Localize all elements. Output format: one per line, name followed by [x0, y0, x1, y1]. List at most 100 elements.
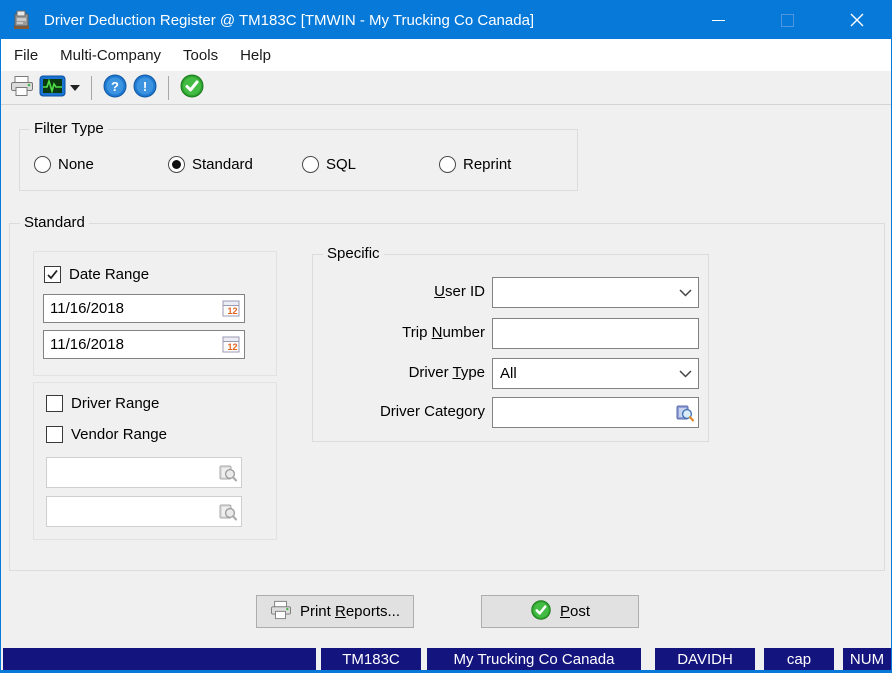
close-button[interactable]	[822, 1, 891, 39]
post-button-label: Post	[559, 603, 591, 620]
caption-buttons	[684, 1, 891, 39]
minimize-button[interactable]	[684, 1, 753, 39]
post-check-icon	[530, 599, 552, 625]
menu-file[interactable]: File	[3, 42, 49, 69]
date-from-field[interactable]: 12	[43, 294, 245, 323]
menu-help[interactable]: Help	[229, 42, 282, 69]
driver-range-lookup-button	[215, 458, 241, 487]
trace-monitor-toolbar-button[interactable]	[37, 74, 67, 102]
lookup-icon-disabled	[219, 465, 238, 481]
driver-type-label: Driver Type	[408, 364, 485, 381]
filter-type-group: Filter Type None Standard SQL Reprint	[19, 120, 578, 191]
user-id-combobox[interactable]	[492, 277, 699, 308]
date-range-panel: Date Range 12 12	[33, 251, 277, 376]
radio-reprint-label: Reprint	[463, 155, 512, 173]
standard-group-label: Standard	[20, 214, 89, 231]
radio-sql-label: SQL	[326, 155, 357, 173]
filter-type-group-label: Filter Type	[30, 120, 108, 137]
dropdown-arrow-icon	[70, 84, 80, 91]
driver-type-combobox[interactable]: All	[492, 358, 699, 389]
radio-reprint[interactable]: Reprint	[439, 152, 511, 176]
vendor-range-field	[46, 496, 242, 527]
window-bottom-border	[1, 670, 891, 672]
driver-category-label: Driver Category	[379, 403, 485, 420]
trip-number-label: Trip Number	[402, 324, 485, 341]
toolbar-separator	[91, 75, 92, 100]
help-toolbar-button[interactable]: ?	[100, 74, 130, 102]
calendar-icon: 12	[222, 300, 239, 317]
radio-standard-label: Standard	[192, 155, 253, 173]
vendor-range-lookup-button	[215, 497, 241, 526]
status-segment-num: NUM	[843, 648, 891, 670]
date-range-checkbox[interactable]: Date Range	[44, 264, 149, 284]
specific-group: Specific User ID Trip Number Driver Type	[312, 245, 709, 442]
date-to-input[interactable]	[44, 331, 218, 358]
calendar-icon: 12	[222, 336, 239, 353]
status-bar: TM183C My Trucking Co Canada DAVIDH cap …	[1, 646, 891, 672]
trace-monitor-dropdown-button[interactable]	[67, 74, 83, 102]
print-toolbar-button[interactable]	[7, 74, 37, 102]
radio-standard[interactable]: Standard	[168, 152, 253, 176]
post-button[interactable]: Post	[481, 595, 639, 628]
vendor-range-input	[47, 497, 215, 526]
driver-vendor-panel: Driver Range Vendor Range	[33, 382, 277, 540]
driver-type-value: All	[500, 365, 517, 382]
title-bar: Driver Deduction Register @ TM183C [TMWI…	[1, 1, 891, 39]
window-title: Driver Deduction Register @ TM183C [TMWI…	[44, 11, 535, 29]
radio-none-circle	[34, 155, 51, 173]
date-from-input[interactable]	[44, 295, 218, 322]
status-segment-company: My Trucking Co Canada	[427, 648, 641, 670]
radio-sql-circle	[302, 155, 319, 173]
lookup-icon	[676, 405, 695, 421]
lookup-icon-disabled	[219, 504, 238, 520]
print-reports-button[interactable]: Print Reports...	[256, 595, 414, 628]
checkbox-empty-icon	[46, 394, 63, 412]
driver-range-input	[47, 458, 215, 487]
vendor-range-checkbox[interactable]: Vendor Range	[46, 424, 167, 444]
date-from-calendar-button[interactable]: 12	[218, 295, 244, 322]
chevron-down-icon[interactable]	[672, 369, 698, 378]
radio-none[interactable]: None	[34, 152, 94, 176]
maximize-button	[753, 1, 822, 39]
menu-tools[interactable]: Tools	[172, 42, 229, 69]
driver-category-lookup-button[interactable]	[672, 398, 698, 427]
help-icon: ?	[102, 73, 128, 103]
app-icon	[10, 8, 34, 32]
post-check-icon	[179, 73, 205, 103]
about-icon: !	[132, 73, 158, 103]
status-segment-terminal: TM183C	[321, 648, 421, 670]
driver-range-field	[46, 457, 242, 488]
toolbar-separator	[168, 75, 169, 100]
checkbox-empty-icon	[46, 425, 63, 443]
status-segment-user: DAVIDH	[655, 648, 755, 670]
vendor-range-label: Vendor Range	[71, 425, 167, 443]
print-icon	[270, 600, 292, 624]
app-window: Driver Deduction Register @ TM183C [TMWI…	[0, 0, 892, 673]
radio-sql[interactable]: SQL	[302, 152, 356, 176]
driver-range-checkbox[interactable]: Driver Range	[46, 393, 159, 413]
svg-text:12: 12	[227, 306, 237, 316]
toolbar: ? !	[1, 71, 891, 105]
chevron-down-icon[interactable]	[672, 288, 698, 297]
driver-category-input[interactable]	[493, 398, 672, 427]
driver-category-field[interactable]	[492, 397, 699, 428]
status-segment-caps: cap	[764, 648, 834, 670]
about-toolbar-button[interactable]: !	[130, 74, 160, 102]
svg-text:?: ?	[111, 79, 119, 94]
trip-number-input[interactable]	[493, 319, 698, 348]
radio-reprint-circle	[439, 155, 456, 173]
print-reports-button-label: Print Reports...	[299, 603, 401, 620]
date-to-calendar-button[interactable]: 12	[218, 331, 244, 358]
post-toolbar-button[interactable]	[177, 74, 207, 102]
date-range-label: Date Range	[69, 265, 150, 283]
date-to-field[interactable]: 12	[43, 330, 245, 359]
trip-number-field[interactable]	[492, 318, 699, 349]
svg-text:!: !	[143, 79, 147, 94]
radio-standard-circle	[168, 155, 185, 173]
menu-multi-company[interactable]: Multi-Company	[49, 42, 172, 69]
user-id-label: User ID	[434, 283, 485, 300]
print-icon	[10, 75, 34, 101]
specific-group-label: Specific	[323, 245, 384, 262]
driver-range-label: Driver Range	[71, 394, 160, 412]
svg-text:12: 12	[227, 342, 237, 352]
